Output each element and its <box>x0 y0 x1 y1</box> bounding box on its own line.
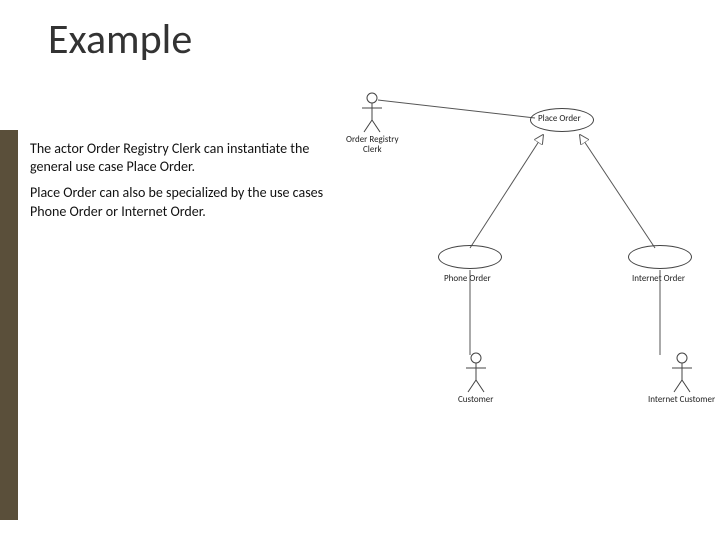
actor-clerk-label: Order Registry Clerk <box>346 135 399 155</box>
actor-internet-customer-label: Internet Customer <box>648 395 715 405</box>
usecase-phone-order-label: Phone Order <box>444 273 491 284</box>
slide-title: Example <box>48 14 192 65</box>
actor-customer: Customer <box>458 352 493 405</box>
uml-diagram: Order Registry Clerk Place Order Phone O… <box>340 90 710 460</box>
usecase-place-order-label: Place Order <box>538 113 581 124</box>
actor-internet-customer: Internet Customer <box>648 352 715 405</box>
paragraph-2: Place Order can also be specialized by t… <box>30 184 340 220</box>
body-text: The actor Order Registry Clerk can insta… <box>30 140 340 229</box>
accent-bar <box>0 130 18 520</box>
stick-figure-icon <box>670 352 694 394</box>
usecase-internet-order <box>628 245 692 269</box>
actor-customer-label: Customer <box>458 395 493 405</box>
stick-figure-icon <box>360 92 384 134</box>
stick-figure-icon <box>464 352 488 394</box>
usecase-phone-order <box>438 245 502 269</box>
usecase-internet-order-label: Internet Order <box>632 273 685 284</box>
actor-clerk: Order Registry Clerk <box>346 92 399 155</box>
paragraph-1: The actor Order Registry Clerk can insta… <box>30 140 340 176</box>
